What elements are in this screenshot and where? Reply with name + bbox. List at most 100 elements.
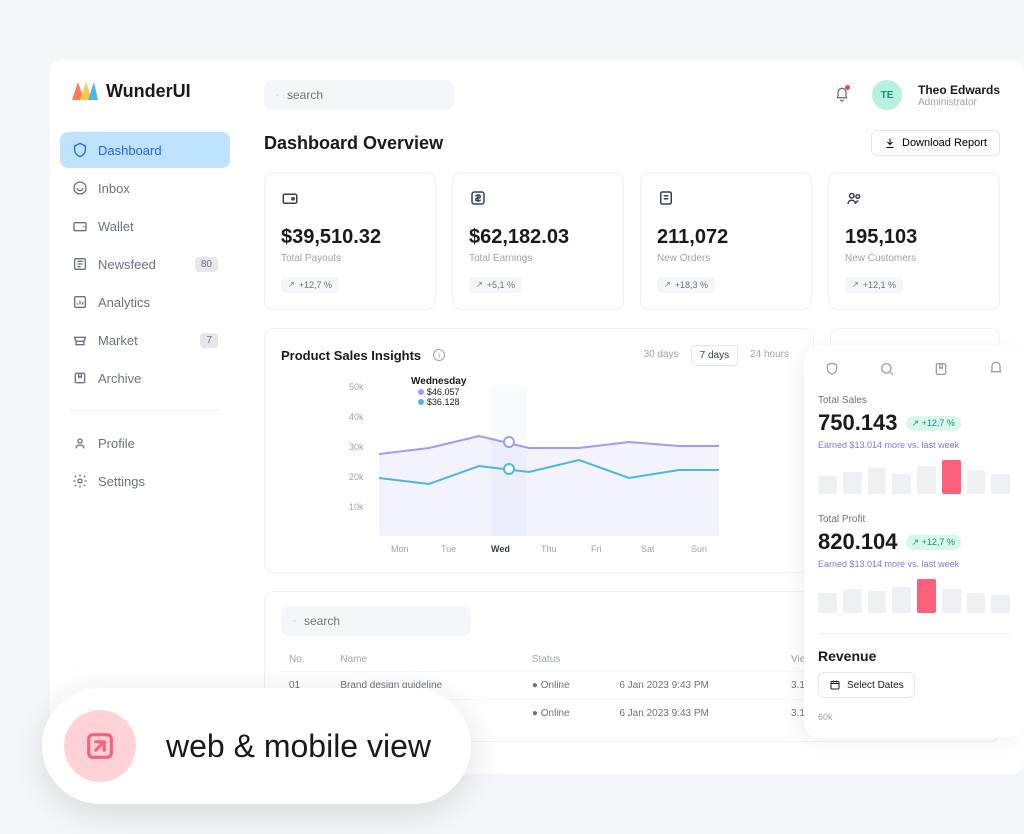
profile-icon xyxy=(72,435,88,451)
revenue-title: Revenue xyxy=(818,648,1010,664)
receipt-icon xyxy=(657,189,675,207)
brand-logo: WunderUI xyxy=(50,80,240,132)
svg-text:30k: 30k xyxy=(349,442,364,452)
user-role: Administrator xyxy=(918,97,1000,108)
svg-text:Tue: Tue xyxy=(441,544,456,554)
search-icon[interactable] xyxy=(879,361,895,377)
expand-icon xyxy=(64,710,136,782)
bookmark-icon[interactable] xyxy=(933,361,949,377)
svg-text:Fri: Fri xyxy=(591,544,602,554)
archive-icon xyxy=(72,370,88,386)
range-24hours[interactable]: 24 hours xyxy=(742,345,797,366)
analytics-icon xyxy=(72,294,88,310)
stat-new-customers: 195,103 New Customers ↗+12,1 % xyxy=(828,172,1000,310)
panel-title: Product Sales Insights xyxy=(281,348,421,363)
stat-value: $62,182.03 xyxy=(469,226,607,249)
sidebar-item-profile[interactable]: Profile xyxy=(60,425,230,461)
overlay-pill: web & mobile view xyxy=(42,688,471,804)
topbar: TE Theo Edwards Administrator xyxy=(264,80,1000,110)
sidebar-item-label: Wallet xyxy=(98,219,134,234)
m-stat-value: 820.104 xyxy=(818,529,898,555)
sidebar-item-label: Dashboard xyxy=(98,143,162,158)
range-30days[interactable]: 30 days xyxy=(636,345,687,366)
sidebar-item-label: Inbox xyxy=(98,181,130,196)
m-sparkline xyxy=(818,579,1010,613)
notification-button[interactable] xyxy=(828,81,856,109)
range-7days[interactable]: 7 days xyxy=(691,345,738,366)
avatar[interactable]: TE xyxy=(872,80,902,110)
sidebar-item-settings[interactable]: Settings xyxy=(60,463,230,499)
dollar-icon xyxy=(469,189,487,207)
info-icon[interactable]: i xyxy=(433,349,445,361)
col-name[interactable]: Name xyxy=(332,648,524,672)
search-icon xyxy=(293,614,296,628)
sidebar-item-analytics[interactable]: Analytics xyxy=(60,284,230,320)
svg-text:Thu: Thu xyxy=(541,544,557,554)
sidebar-item-archive[interactable]: Archive xyxy=(60,360,230,396)
m-delta: ↗ +12,7 % xyxy=(906,416,961,431)
sidebar-item-market[interactable]: Market 7 xyxy=(60,322,230,358)
newsfeed-icon xyxy=(72,256,88,272)
calendar-icon xyxy=(829,679,841,691)
m-stat-value: 750.143 xyxy=(818,410,898,436)
stat-new-orders: 211,072 New Orders ↗+18,3 % xyxy=(640,172,812,310)
sidebar-item-label: Profile xyxy=(98,436,135,451)
search-input[interactable] xyxy=(264,80,454,110)
stat-value: 211,072 xyxy=(657,226,795,249)
sidebar-item-wallet[interactable]: Wallet xyxy=(60,208,230,244)
notification-dot-icon xyxy=(845,85,850,90)
brand-mark-icon xyxy=(70,80,98,102)
sidebar-item-newsfeed[interactable]: Newsfeed 80 xyxy=(60,246,230,282)
sidebar-item-label: Settings xyxy=(98,474,145,489)
sidebar-item-inbox[interactable]: Inbox xyxy=(60,170,230,206)
download-report-button[interactable]: Download Report xyxy=(871,130,1000,156)
inbox-icon xyxy=(72,180,88,196)
sidebar-badge: 80 xyxy=(195,257,218,272)
stat-delta: ↗+18,3 % xyxy=(657,277,715,293)
avatar-initials: TE xyxy=(881,90,894,101)
gear-icon xyxy=(72,473,88,489)
bell-icon[interactable] xyxy=(988,361,1004,377)
stat-total-earnings: $62,182.03 Total Earnings ↗+5,1 % xyxy=(452,172,624,310)
m-stat-sub: Earned $13.014 more vs. last week xyxy=(818,440,1010,450)
m-stat-label: Total Sales xyxy=(818,395,1010,406)
page-title: Dashboard Overview xyxy=(264,133,443,154)
sidebar-item-dashboard[interactable]: Dashboard xyxy=(60,132,230,168)
svg-text:40k: 40k xyxy=(349,412,364,422)
page-header: Dashboard Overview Download Report xyxy=(264,130,1000,156)
stat-total-payouts: $39,510.32 Total Payouts ↗+12,7 % xyxy=(264,172,436,310)
svg-text:50k: 50k xyxy=(349,382,364,392)
table-search-field[interactable] xyxy=(304,614,459,628)
select-dates-button[interactable]: Select Dates xyxy=(818,672,915,698)
sidebar-item-label: Analytics xyxy=(98,295,150,310)
brand-name: WunderUI xyxy=(106,81,191,102)
mobile-nav xyxy=(818,361,1010,377)
stat-delta: ↗+5,1 % xyxy=(469,277,522,293)
market-icon xyxy=(72,332,88,348)
insights-panel: Product Sales Insights i 30 days 7 days … xyxy=(264,328,814,573)
search-icon xyxy=(276,88,279,102)
sidebar-item-label: Market xyxy=(98,333,138,348)
table-search[interactable] xyxy=(281,606,471,636)
stat-cards: $39,510.32 Total Payouts ↗+12,7 % $62,18… xyxy=(264,172,1000,310)
range-selector: 30 days 7 days 24 hours xyxy=(636,345,797,366)
svg-text:Sat: Sat xyxy=(641,544,655,554)
shield-icon[interactable] xyxy=(824,361,840,377)
stat-label: New Orders xyxy=(657,253,795,264)
m-delta: ↗ +12,7 % xyxy=(906,535,961,550)
wallet-icon xyxy=(72,218,88,234)
search-field[interactable] xyxy=(287,88,442,102)
stat-value: 195,103 xyxy=(845,226,983,249)
user-name: Theo Edwards xyxy=(918,83,1000,97)
svg-text:Sun: Sun xyxy=(691,544,707,554)
download-icon xyxy=(884,137,896,149)
col-no[interactable]: No. xyxy=(281,648,332,672)
sidebar-item-label: Newsfeed xyxy=(98,257,156,272)
download-label: Download Report xyxy=(902,137,987,149)
wallet-icon xyxy=(281,189,299,207)
sidebar-badge: 7 xyxy=(200,333,218,348)
revenue-ytick: 60k xyxy=(818,712,1010,722)
sidebar-item-label: Archive xyxy=(98,371,141,386)
users-icon xyxy=(845,189,863,207)
col-status[interactable]: Status xyxy=(524,648,611,672)
